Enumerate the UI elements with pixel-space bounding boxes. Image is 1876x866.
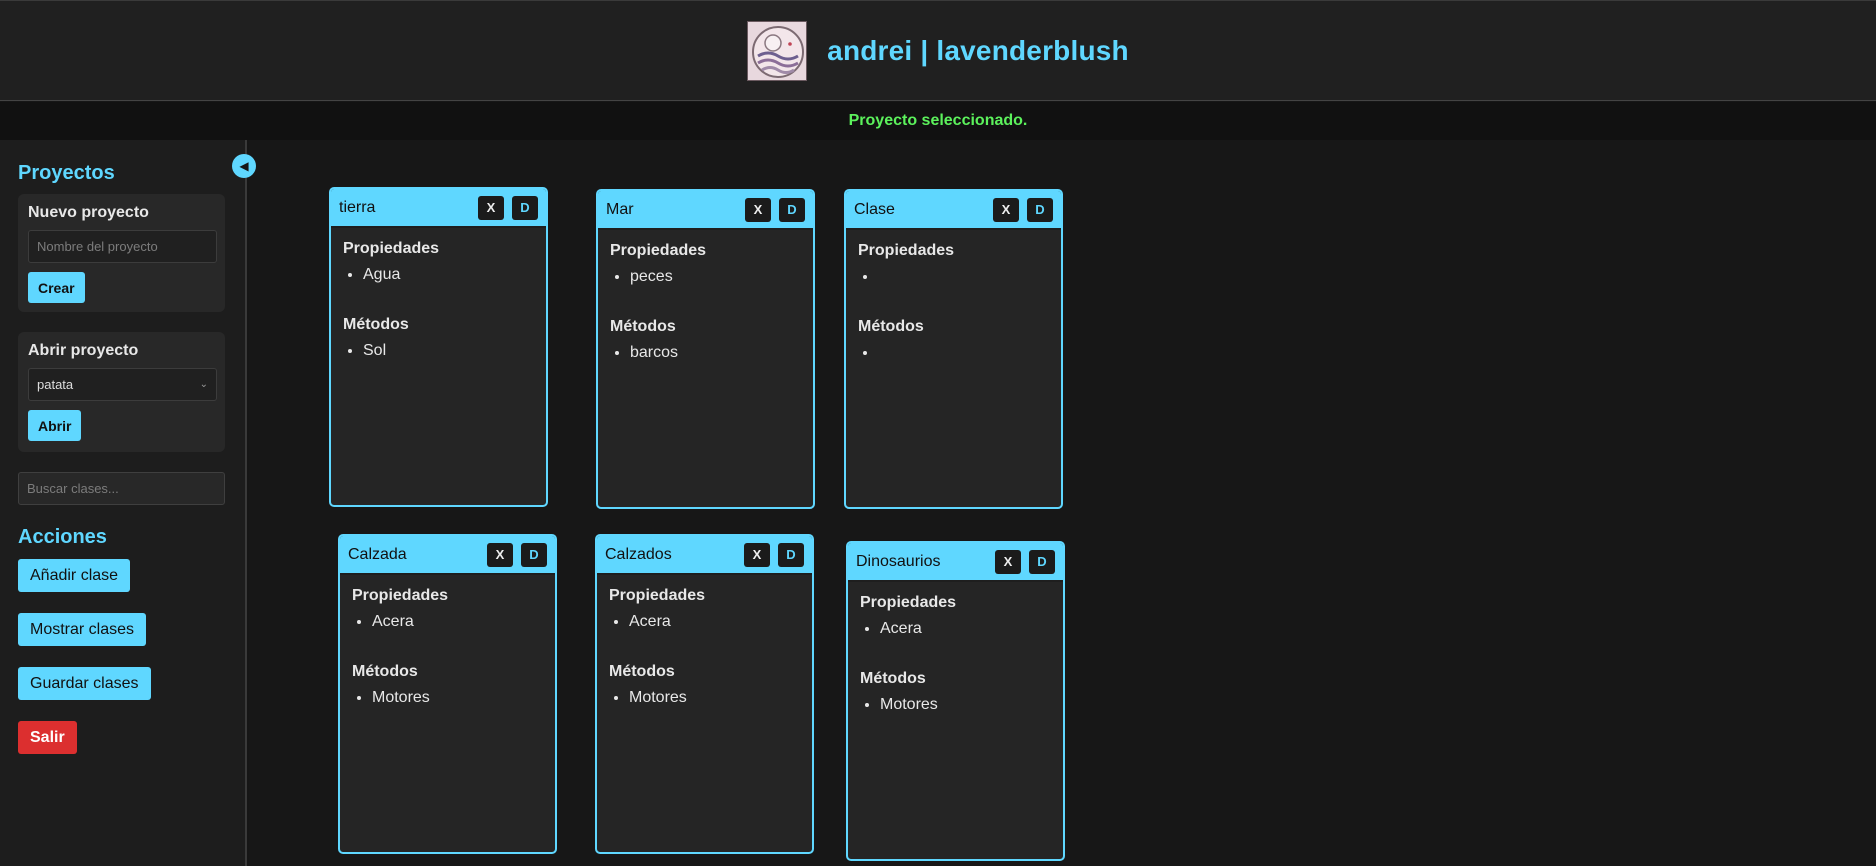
- properties-heading: Propiedades: [343, 240, 440, 257]
- create-project-button[interactable]: Crear: [28, 272, 85, 303]
- duplicate-class-button[interactable]: D: [521, 542, 547, 567]
- class-card[interactable]: Calzada X D Propiedades Acera Métodos Mo…: [338, 534, 557, 854]
- class-name: Calzados: [605, 545, 672, 563]
- class-name: Mar: [606, 200, 634, 218]
- class-card-header[interactable]: Calzada X D: [340, 536, 555, 575]
- delete-class-button[interactable]: X: [478, 195, 504, 220]
- project-select-value: patata: [37, 377, 74, 392]
- method-item: Motores: [629, 689, 800, 709]
- duplicate-class-button[interactable]: D: [512, 195, 538, 220]
- method-item: Motores: [372, 689, 543, 709]
- property-item: Acera: [372, 613, 543, 633]
- project-select[interactable]: patata ⌄: [28, 368, 217, 401]
- new-project-panel: Nuevo proyecto Crear: [18, 194, 225, 312]
- chevron-down-icon: ⌄: [199, 379, 208, 390]
- class-card[interactable]: Clase X D Propiedades Métodos: [844, 189, 1063, 509]
- class-card[interactable]: Dinosaurios X D Propiedades Acera Método…: [846, 541, 1065, 861]
- duplicate-class-button[interactable]: D: [1029, 549, 1055, 574]
- method-item: Sol: [363, 342, 534, 362]
- class-name: Clase: [854, 200, 895, 218]
- class-name: Dinosaurios: [856, 552, 941, 570]
- property-item: Acera: [880, 620, 1051, 640]
- properties-heading: Propiedades: [860, 594, 957, 611]
- app-header: andrei | lavenderblush: [0, 0, 1876, 101]
- class-card[interactable]: tierra X D Propiedades Agua Métodos Sol: [329, 187, 548, 507]
- class-card-header[interactable]: Clase X D: [846, 191, 1061, 230]
- duplicate-class-button[interactable]: D: [779, 197, 805, 222]
- sidebar: Proyectos Nuevo proyecto Crear Abrir pro…: [0, 140, 247, 866]
- methods-heading: Métodos: [858, 318, 924, 335]
- methods-heading: Métodos: [610, 318, 676, 335]
- delete-class-button[interactable]: X: [487, 542, 513, 567]
- class-card-header[interactable]: Mar X D: [598, 191, 813, 230]
- save-classes-button[interactable]: Guardar clases: [18, 667, 151, 700]
- search-classes-input[interactable]: [18, 472, 225, 505]
- avatar: [747, 20, 808, 81]
- class-card[interactable]: Mar X D Propiedades peces Métodos barcos: [596, 189, 815, 509]
- class-canvas: tierra X D Propiedades Agua Métodos Sol …: [249, 140, 1876, 866]
- method-item: [878, 344, 1049, 364]
- properties-heading: Propiedades: [858, 242, 955, 259]
- class-name: Calzada: [348, 545, 407, 563]
- duplicate-class-button[interactable]: D: [778, 542, 804, 567]
- actions-heading: Acciones: [18, 526, 107, 548]
- methods-heading: Métodos: [609, 663, 675, 680]
- delete-class-button[interactable]: X: [995, 549, 1021, 574]
- project-name-input[interactable]: [28, 230, 217, 263]
- projects-heading: Proyectos: [18, 162, 115, 184]
- page-title: andrei | lavenderblush: [827, 34, 1129, 66]
- open-project-title: Abrir proyecto: [28, 342, 139, 359]
- method-item: Motores: [880, 696, 1051, 716]
- delete-class-button[interactable]: X: [745, 197, 771, 222]
- delete-class-button[interactable]: X: [993, 197, 1019, 222]
- class-name: tierra: [339, 198, 376, 216]
- property-item: Acera: [629, 613, 800, 633]
- class-card[interactable]: Calzados X D Propiedades Acera Métodos M…: [595, 534, 814, 854]
- status-message: Proyecto seleccionado.: [0, 102, 1876, 140]
- new-project-title: Nuevo proyecto: [28, 204, 149, 221]
- methods-heading: Métodos: [860, 670, 926, 687]
- duplicate-class-button[interactable]: D: [1027, 197, 1053, 222]
- properties-heading: Propiedades: [352, 587, 449, 604]
- methods-heading: Métodos: [352, 663, 418, 680]
- class-card-header[interactable]: tierra X D: [331, 189, 546, 228]
- property-item: peces: [630, 268, 801, 288]
- chevron-left-icon: ◀: [239, 159, 249, 173]
- property-item: [878, 268, 1049, 288]
- property-item: Agua: [363, 266, 534, 286]
- class-card-header[interactable]: Calzados X D: [597, 536, 812, 575]
- exit-button[interactable]: Salir: [18, 721, 77, 754]
- add-class-button[interactable]: Añadir clase: [18, 559, 131, 592]
- open-project-panel: Abrir proyecto patata ⌄ Abrir: [18, 332, 225, 452]
- methods-heading: Métodos: [343, 316, 409, 333]
- show-classes-button[interactable]: Mostrar clases: [18, 613, 147, 646]
- open-project-button[interactable]: Abrir: [28, 410, 82, 441]
- properties-heading: Propiedades: [609, 587, 706, 604]
- method-item: barcos: [630, 344, 801, 364]
- delete-class-button[interactable]: X: [744, 542, 770, 567]
- collapse-sidebar-button[interactable]: ◀: [232, 154, 256, 178]
- properties-heading: Propiedades: [610, 242, 707, 259]
- class-card-header[interactable]: Dinosaurios X D: [848, 543, 1063, 582]
